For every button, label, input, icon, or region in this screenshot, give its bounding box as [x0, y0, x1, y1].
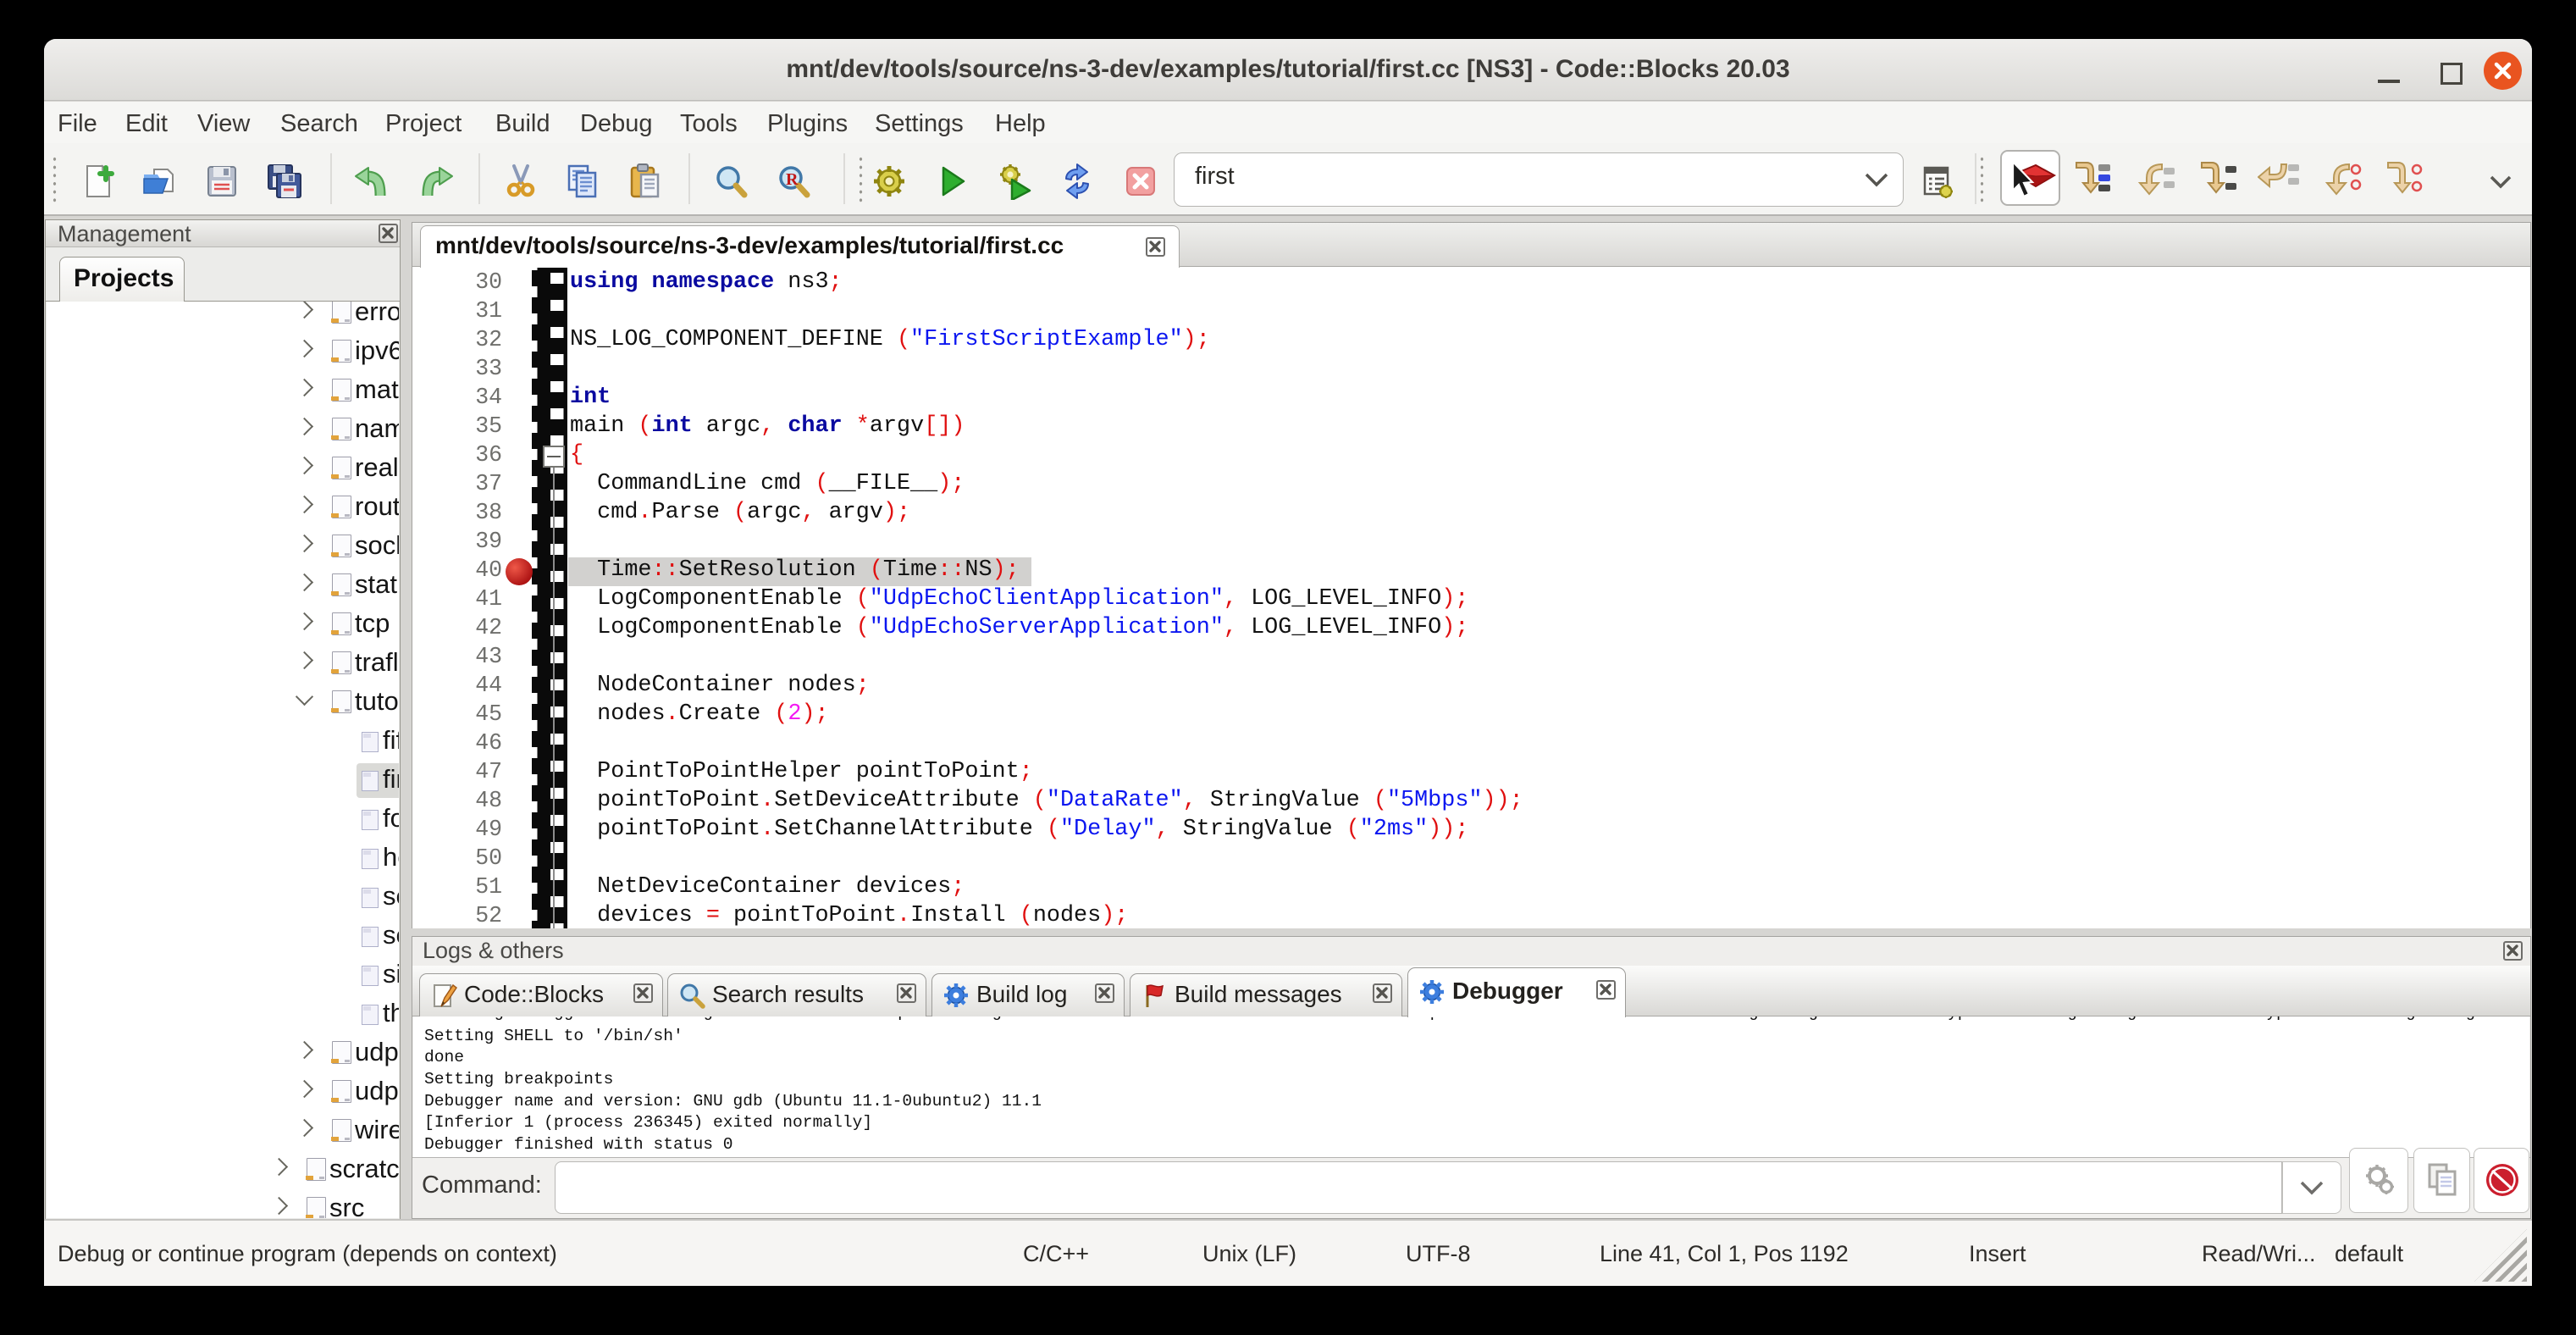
- svg-text:R: R: [786, 170, 799, 189]
